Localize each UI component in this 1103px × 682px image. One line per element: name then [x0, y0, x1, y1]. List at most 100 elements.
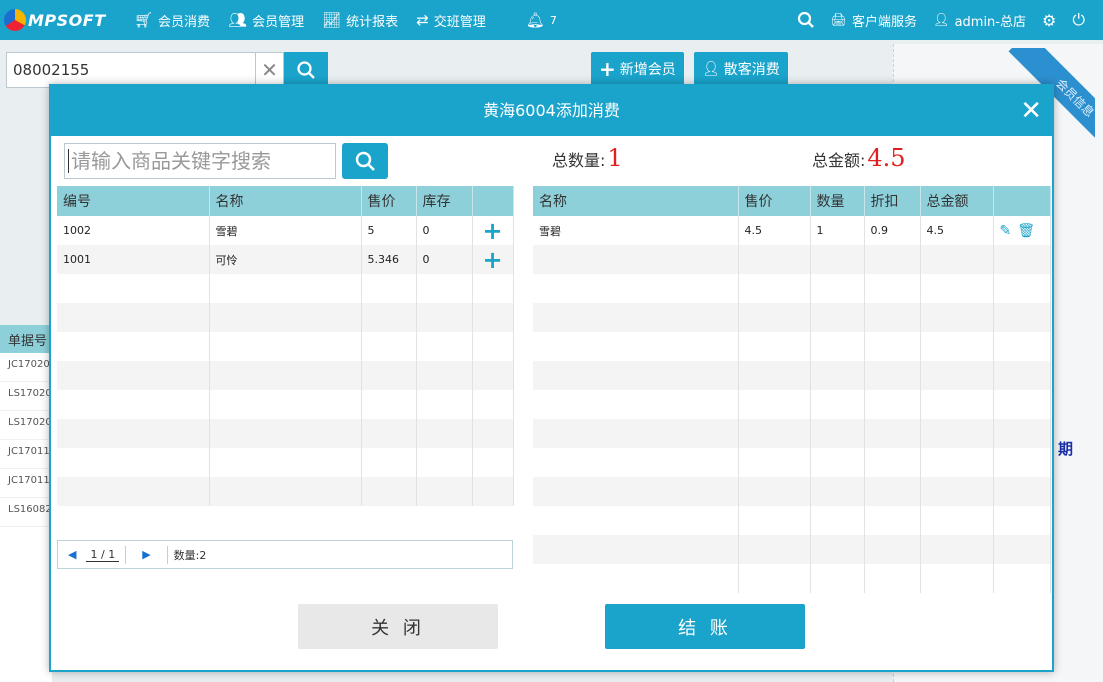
cell-code: 1001	[57, 245, 210, 274]
person-icon: 👤︎	[702, 61, 720, 77]
table-row[interactable]: 雪碧 4.5 1 0.9 4.5 ✎ 🗑︎	[533, 216, 1051, 245]
nav-reports-label: 统计报表	[346, 14, 399, 30]
goods-search-input[interactable]: 请输入商品关键字搜索	[64, 143, 336, 179]
empty-row	[57, 448, 514, 477]
edit-icon[interactable]: ✎	[1000, 223, 1012, 239]
checkout-button[interactable]: 结 账	[605, 604, 805, 649]
member-search-input[interactable]: 08002155	[6, 52, 256, 88]
logo-text: MPSOFT	[28, 10, 106, 30]
add-item-plus-icon[interactable]: +	[472, 245, 514, 274]
next-page-icon[interactable]: ▶	[142, 548, 150, 561]
col-price[interactable]: 售价	[361, 186, 417, 216]
col-code[interactable]: 编号	[57, 186, 210, 216]
clear-icon[interactable]: ✕	[256, 52, 284, 88]
add-item-plus-icon[interactable]: +	[472, 216, 514, 245]
cell-qty: 1	[810, 216, 865, 245]
nav-member-manage[interactable]: 👥︎ 会员管理	[228, 11, 304, 30]
cart-pane: 总数量: 1 总金额: 4.5 名称 售价 数量 折扣 总金额 雪碧 4.5 1…	[532, 136, 1051, 596]
client-service[interactable]: 🖨︎ 客户端服务	[831, 11, 918, 30]
goods-pane: 请输入商品关键字搜索 编号 名称 售价 库存 1002 雪碧 5 0 + 100…	[54, 136, 514, 570]
total-quantity: 总数量: 1	[552, 144, 623, 172]
nav-member-consume[interactable]: 🛒︎ 会员消费	[134, 11, 210, 30]
search-icon[interactable]	[797, 11, 815, 29]
total-quantity-label: 总数量:	[552, 151, 606, 170]
total-amount: 总金额: 4.5	[812, 144, 906, 172]
cell-name: 雪碧	[209, 216, 362, 245]
nav-reports[interactable]: 📈︎ 统计报表	[322, 11, 398, 30]
goods-table: 编号 名称 售价 库存 1002 雪碧 5 0 + 1001 可怜 5.346 …	[57, 186, 514, 506]
col-qty[interactable]: 数量	[810, 186, 865, 216]
empty-row	[57, 332, 514, 361]
cart-table: 名称 售价 数量 折扣 总金额 雪碧 4.5 1 0.9 4.5 ✎ 🗑︎	[533, 186, 1051, 593]
close-button[interactable]: 关 闭	[298, 604, 498, 649]
cart-table-header: 名称 售价 数量 折扣 总金额	[533, 186, 1051, 216]
add-consumption-dialog: 黄海6004添加消费 ✕ 请输入商品关键字搜索 编号 名称 售价 库存 1002…	[49, 84, 1054, 672]
logo: MPSOFT	[4, 9, 116, 31]
col-discount[interactable]: 折扣	[864, 186, 921, 216]
row-actions: ✎ 🗑︎	[993, 216, 1051, 245]
user-label: admin-总店	[954, 14, 1026, 30]
exchange-icon: ⇄	[416, 11, 429, 29]
col-name[interactable]: 名称	[209, 186, 362, 216]
cart-icon: 🛒︎	[134, 11, 154, 29]
goods-search-button[interactable]	[342, 143, 388, 179]
col-stock[interactable]: 库存	[416, 186, 473, 216]
bill-row[interactable]: LS17020	[0, 411, 52, 440]
bill-row[interactable]: JC17011	[0, 440, 52, 469]
col-actions	[993, 186, 1051, 216]
plus-icon: +	[599, 57, 616, 81]
nav-shift-label: 交班管理	[433, 14, 486, 30]
cell-price: 5.346	[361, 245, 417, 274]
nav-member-manage-label: 会员管理	[252, 14, 305, 30]
pager-divider	[125, 545, 127, 564]
table-row[interactable]: 1001 可怜 5.346 0 +	[57, 245, 514, 274]
users-icon: 👥︎	[228, 11, 248, 29]
goods-pager: ◀ 1 / 1 ▶ 数量:2	[57, 540, 513, 569]
cell-stock: 0	[416, 245, 473, 274]
page-separator: /	[100, 547, 105, 561]
col-action	[472, 186, 514, 216]
page-input[interactable]: 1 / 1	[86, 547, 120, 562]
power-icon[interactable]: ⏻	[1072, 10, 1085, 30]
page-total: 1	[108, 547, 116, 561]
bill-list-header: 单据号	[0, 325, 52, 353]
cell-price: 4.5	[738, 216, 811, 245]
bill-row[interactable]: LS17020	[0, 382, 52, 411]
walkin-consume-button[interactable]: 👤︎ 散客消费	[694, 52, 788, 86]
user-menu[interactable]: 👤︎ admin-总店	[933, 11, 1026, 30]
member-search-button[interactable]	[284, 52, 328, 88]
col-price[interactable]: 售价	[738, 186, 811, 216]
prev-page-icon[interactable]: ◀	[68, 548, 76, 561]
empty-row	[57, 419, 514, 448]
bill-row[interactable]: LS16082	[0, 498, 52, 527]
table-row[interactable]: 1002 雪碧 5 0 +	[57, 216, 514, 245]
page-current: 1	[90, 547, 98, 561]
bill-row[interactable]: JC17020	[0, 353, 52, 382]
bill-row[interactable]: JC17011	[0, 469, 52, 498]
nav-shift[interactable]: ⇄ 交班管理	[416, 11, 486, 30]
empty-row	[533, 390, 1051, 419]
gear-icon[interactable]: ⚙︎	[1042, 11, 1056, 30]
dialog-title: 黄海6004添加消费	[483, 101, 620, 120]
empty-row	[533, 361, 1051, 390]
close-icon[interactable]: ✕	[1020, 86, 1042, 136]
empty-row	[533, 274, 1051, 303]
cell-code: 1002	[57, 216, 210, 245]
user-icon: 👤︎	[933, 12, 950, 28]
cell-name: 雪碧	[533, 216, 739, 245]
notification-bell[interactable]: 🔔︎ 7	[526, 11, 557, 29]
cell-discount: 0.9	[864, 216, 921, 245]
col-name[interactable]: 名称	[533, 186, 739, 216]
col-amount[interactable]: 总金额	[920, 186, 994, 216]
trash-icon[interactable]: 🗑︎	[1017, 223, 1035, 239]
cell-name: 可怜	[209, 245, 362, 274]
nav-member-consume-label: 会员消费	[158, 14, 211, 30]
cell-amount: 4.5	[920, 216, 994, 245]
chart-icon: 📈︎	[322, 11, 342, 29]
empty-row	[533, 245, 1051, 274]
bell-icon: 🔔︎	[525, 11, 545, 29]
search-icon	[297, 61, 315, 79]
add-member-button[interactable]: + 新增会员	[591, 52, 684, 86]
pager-divider	[166, 545, 168, 564]
total-quantity-value: 1	[607, 144, 623, 172]
